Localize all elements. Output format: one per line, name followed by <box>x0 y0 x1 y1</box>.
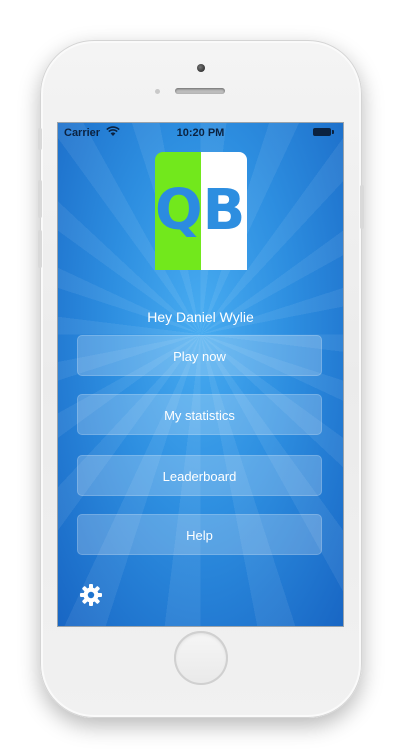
leaderboard-button[interactable]: Leaderboard <box>77 455 322 496</box>
home-button[interactable] <box>174 631 228 685</box>
app-logo: Q B <box>155 152 247 270</box>
volume-up-button <box>38 180 42 218</box>
front-sensor <box>197 64 205 72</box>
front-camera <box>155 89 160 94</box>
play-now-button[interactable]: Play now <box>77 335 322 376</box>
status-time: 10:20 PM <box>176 127 225 139</box>
help-button[interactable]: Help <box>77 514 322 555</box>
logo-letter-q: Q <box>155 152 203 270</box>
app-screen: Carrier 10:20 PM Q B Hey Daniel Wylie Pl… <box>57 122 344 627</box>
my-statistics-button[interactable]: My statistics <box>77 394 322 435</box>
volume-down-button <box>38 230 42 268</box>
mute-switch <box>38 128 42 150</box>
battery-icon <box>313 128 334 136</box>
earpiece-speaker <box>175 88 225 94</box>
power-button <box>360 185 364 229</box>
greeting-text: Hey Daniel Wylie <box>147 309 254 325</box>
gear-icon[interactable] <box>79 583 103 607</box>
logo-letter-b: B <box>201 152 247 270</box>
status-bar: Carrier 10:20 PM <box>58 123 343 143</box>
